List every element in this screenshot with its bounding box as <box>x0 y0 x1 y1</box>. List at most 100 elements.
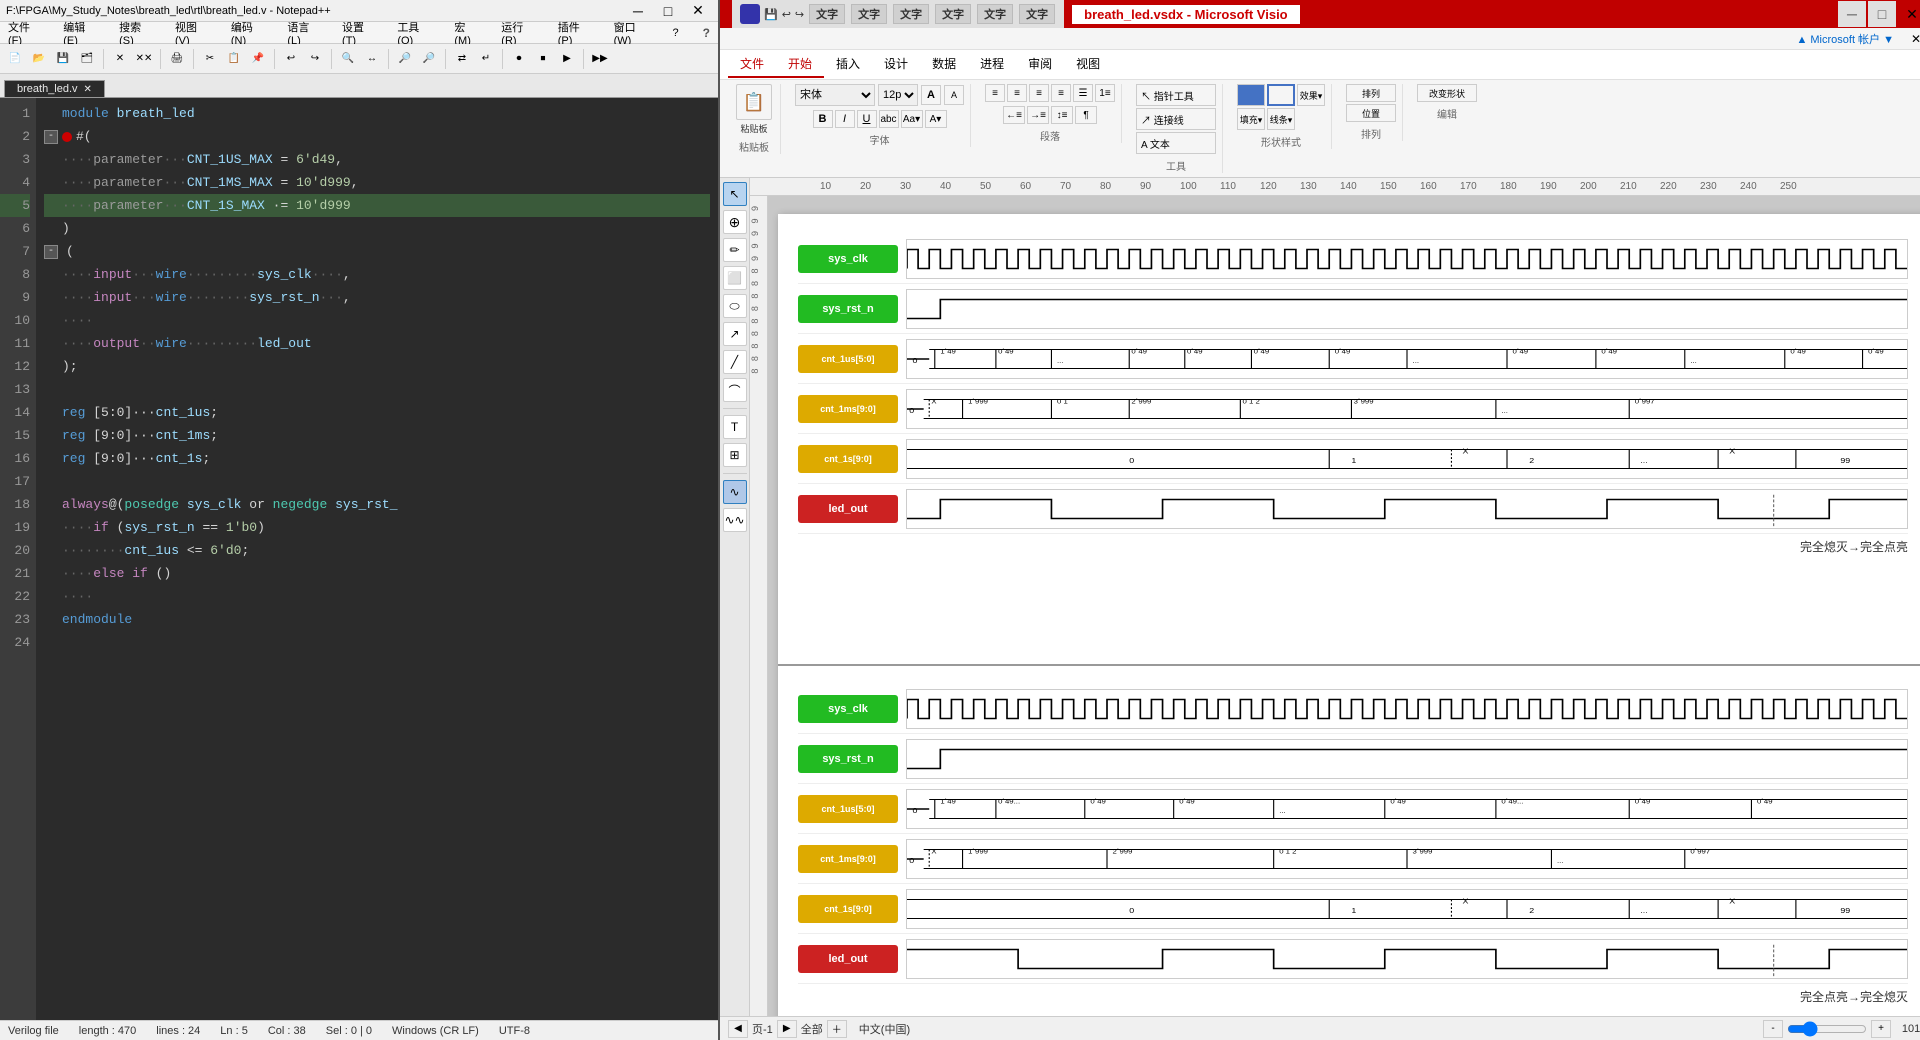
tab-jincheng[interactable]: 进程 <box>968 51 1016 78</box>
qat-btn1[interactable]: 文字 <box>809 4 845 24</box>
indent-inc-btn[interactable]: →≡ <box>1027 106 1049 124</box>
font-name-select[interactable]: 宋体 <box>795 84 875 106</box>
paste-btn[interactable]: 📌 <box>247 48 269 70</box>
pen-tool[interactable]: ✏ <box>723 238 747 262</box>
ms-account[interactable]: ▲ Microsoft 帐户 ▼ <box>1796 31 1894 47</box>
strikethrough-btn[interactable]: abc <box>879 110 899 128</box>
code-area[interactable]: 1 2 3 4 5 6 7 8 9 10 11 12 13 14 15 16 1… <box>0 98 718 1020</box>
save-all-btn[interactable]: 🗂 <box>76 48 98 70</box>
fill-style1-btn[interactable] <box>1237 84 1265 106</box>
ellipse-tool[interactable]: ⬭ <box>723 294 747 318</box>
menu-help[interactable]: ? <box>669 25 683 41</box>
zoom-out-btn[interactable]: - <box>1763 1020 1783 1038</box>
fold-7[interactable]: - <box>44 245 58 259</box>
qat-btn5[interactable]: 文字 <box>977 4 1013 24</box>
位置-btn[interactable]: 位置 <box>1346 104 1396 122</box>
align-left-btn[interactable]: ≡ <box>985 84 1005 102</box>
改形状-btn[interactable]: 改变形状 <box>1417 84 1477 102</box>
new-btn[interactable]: 📄 <box>4 48 26 70</box>
fold-2[interactable]: - <box>44 130 58 144</box>
tab-breath-led[interactable]: breath_led.v ✕ <box>4 80 105 97</box>
tab-kaishi[interactable]: 开始 <box>776 51 824 78</box>
redo-btn[interactable]: ↪ <box>304 48 326 70</box>
textblock-tool-btn[interactable]: A 文本 <box>1136 132 1216 154</box>
italic-btn[interactable]: I <box>835 110 855 128</box>
tab-charu[interactable]: 插入 <box>824 51 872 78</box>
line-btn[interactable]: 线条▾ <box>1267 108 1295 130</box>
connect-tool-btn[interactable]: ↗ 连接线 <box>1136 108 1216 130</box>
np-close-btn[interactable]: ✕ <box>684 0 712 25</box>
close-all-btn[interactable]: ✕✕ <box>133 48 155 70</box>
run-btn[interactable]: ▶▶ <box>589 48 611 70</box>
font-grow-btn[interactable]: A <box>921 85 941 105</box>
pointer-tool-btn[interactable]: ↖ 指针工具 <box>1136 84 1216 106</box>
qat-btn4[interactable]: 文字 <box>935 4 971 24</box>
prev-page-btn[interactable]: ◀ <box>728 1020 748 1038</box>
fill-btn[interactable]: 填充▾ <box>1237 108 1265 130</box>
tab-close-btn[interactable]: ✕ <box>84 84 92 95</box>
highlight-btn[interactable]: A▾ <box>925 110 947 128</box>
qat-btn6[interactable]: 文字 <box>1019 4 1055 24</box>
linespace-btn[interactable]: ↕≡ <box>1051 106 1073 124</box>
copy-btn[interactable]: 📋 <box>223 48 245 70</box>
visio-close-btn[interactable]: ✕ <box>1898 1 1920 27</box>
findreplace-btn[interactable]: ↔ <box>361 48 383 70</box>
effect-btn[interactable]: 效果▾ <box>1297 84 1325 106</box>
pointer-tool[interactable]: ↖ <box>723 182 747 206</box>
rect-tool[interactable]: ⬜ <box>723 266 747 290</box>
save-btn[interactable]: 💾 <box>52 48 74 70</box>
tab-sheji[interactable]: 设计 <box>872 51 920 78</box>
visio-redo-btn[interactable]: ↪ <box>795 8 804 21</box>
text-tool[interactable]: T <box>723 415 747 439</box>
visio-minimize-btn[interactable]: ─ <box>1838 1 1866 27</box>
macro-stop-btn[interactable]: ⏹ <box>532 48 554 70</box>
macro-play-btn[interactable]: ▶ <box>556 48 578 70</box>
wave-tool[interactable]: ∿ <box>723 480 747 504</box>
visio-save-btn[interactable]: 💾 <box>764 8 778 21</box>
cut-btn[interactable]: ✂ <box>199 48 221 70</box>
qat-btn2[interactable]: 文字 <box>851 4 887 24</box>
align-right-btn[interactable]: ≡ <box>1029 84 1049 102</box>
underline-btn[interactable]: U <box>857 110 877 128</box>
para-mark-btn[interactable]: ¶ <box>1075 106 1097 124</box>
pan-tool[interactable]: ⊕ <box>723 210 747 234</box>
list-num-btn[interactable]: 1≡ <box>1095 84 1115 102</box>
zoomout-btn[interactable]: 🔎 <box>418 48 440 70</box>
zoomin-btn[interactable]: 🔎 <box>394 48 416 70</box>
crop-tool[interactable]: ⊞ <box>723 443 747 467</box>
排列-btn[interactable]: 排列 <box>1346 84 1396 102</box>
canvas-scroll[interactable]: 8 8 8 8 8 8 8 8 8 9 9 9 9 9 sys_clk <box>750 196 1920 1016</box>
align-center-btn[interactable]: ≡ <box>1007 84 1027 102</box>
zoom-in-btn[interactable]: + <box>1871 1020 1891 1038</box>
visio-undo-btn[interactable]: ↩ <box>782 8 791 21</box>
np-maximize-btn[interactable]: □ <box>654 0 682 25</box>
visio-canvas-wrap[interactable]: 102030 405060 708090 100110120 130140150… <box>750 178 1920 1016</box>
tab-wenjian[interactable]: 文件 <box>728 51 776 78</box>
ribbon-close-btn[interactable]: ✕ <box>1902 25 1920 53</box>
find-btn[interactable]: 🔍 <box>337 48 359 70</box>
print-btn[interactable]: 🖨 <box>166 48 188 70</box>
close-btn[interactable]: ✕ <box>109 48 131 70</box>
tab-shuju[interactable]: 数据 <box>920 51 968 78</box>
code-content[interactable]: module breath_led - #( ····parameter···C… <box>36 98 718 1020</box>
tab-shitu[interactable]: 视图 <box>1064 51 1112 78</box>
line-tool[interactable]: ╱ <box>723 350 747 374</box>
visio-canvas[interactable]: sys_clk sys_rst_n <box>778 214 1920 1016</box>
paste-big-btn[interactable]: 📋 <box>736 84 772 120</box>
fontcolor-btn[interactable]: Aa▾ <box>901 110 923 128</box>
macro-rec-btn[interactable]: ⏺ <box>508 48 530 70</box>
qat-btn3[interactable]: 文字 <box>893 4 929 24</box>
font-size-select[interactable]: 12pt <box>878 84 918 106</box>
connector-tool[interactable]: ↗ <box>723 322 747 346</box>
measure-tool[interactable]: ∿∿ <box>723 508 747 532</box>
freeform-tool[interactable]: ⌒ <box>723 378 747 402</box>
zoom-slider[interactable] <box>1787 1021 1867 1037</box>
bold-btn[interactable]: B <box>813 110 833 128</box>
add-page-btn[interactable]: ＋ <box>827 1020 847 1038</box>
indent-dec-btn[interactable]: ←≡ <box>1003 106 1025 124</box>
wrap-btn[interactable]: ↵ <box>475 48 497 70</box>
open-btn[interactable]: 📂 <box>28 48 50 70</box>
bookmark-2[interactable] <box>62 132 72 142</box>
align-justify-btn[interactable]: ≡ <box>1051 84 1071 102</box>
font-shrink-btn[interactable]: A <box>944 85 964 105</box>
